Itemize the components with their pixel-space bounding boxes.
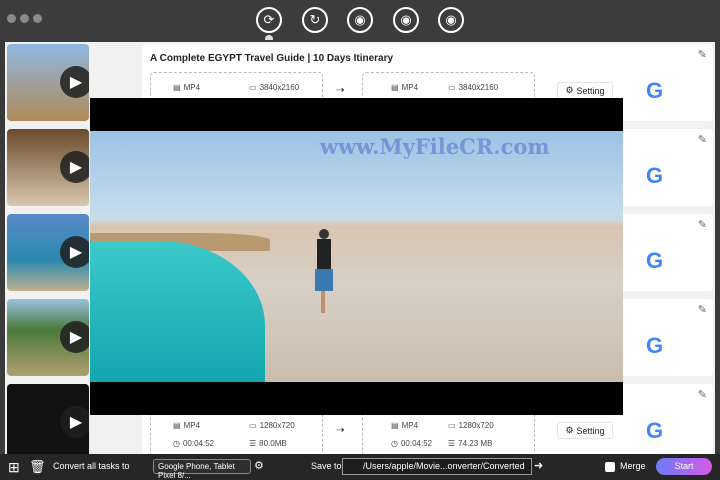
monitor-icon: ▭ <box>249 421 257 430</box>
monitor-icon: ▭ <box>249 83 257 92</box>
arrow-icon: ⇢ <box>336 85 345 96</box>
edit-pencil-icon[interactable]: ✎ <box>698 388 707 401</box>
trash-icon[interactable]: 🗑 <box>29 459 46 475</box>
start-button[interactable]: Start <box>656 458 712 475</box>
video-thumbnail[interactable]: ▶ <box>7 299 89 376</box>
video-thumbnail[interactable]: ▶ <box>7 214 89 291</box>
merge-checkbox[interactable] <box>605 462 615 472</box>
video-preview-player[interactable]: www.MyFileCR.com <box>90 98 623 415</box>
google-preset-icon[interactable]: G <box>646 78 663 104</box>
save-to-label: Save to <box>311 461 342 471</box>
setting-button[interactable]: ⚙ Setting <box>557 422 613 439</box>
play-icon[interactable]: ▶ <box>60 406 89 438</box>
video-edit-icon[interactable]: ◉ <box>393 7 419 33</box>
arrow-icon: ⇢ <box>336 425 345 436</box>
video-effects-icon[interactable]: ◉ <box>438 7 464 33</box>
monitor-icon: ▭ <box>448 83 456 92</box>
task-title: A Complete EGYPT Travel Guide | 10 Days … <box>150 53 394 64</box>
zoom-window-button[interactable] <box>33 14 42 23</box>
google-preset-icon[interactable]: G <box>646 418 663 444</box>
edit-pencil-icon[interactable]: ✎ <box>698 303 707 316</box>
active-tab-indicator <box>265 35 273 40</box>
merge-label: Merge <box>620 461 646 471</box>
convert-all-label: Convert all tasks to <box>53 461 130 471</box>
play-icon[interactable]: ▶ <box>60 321 89 353</box>
film-icon: ▤ <box>173 421 181 430</box>
convert-icon[interactable]: ⟳ <box>256 7 282 33</box>
video-thumbnail[interactable]: ▶ <box>7 384 89 461</box>
play-icon[interactable]: ▶ <box>60 236 89 268</box>
google-preset-icon[interactable]: G <box>646 333 663 359</box>
google-preset-icon[interactable]: G <box>646 163 663 189</box>
storage-icon: ☰ <box>249 439 257 448</box>
output-info: ▤ MP4 ▭ 1280x720 ◷ 00:04:52 ☰ 74.23 MB <box>362 412 535 457</box>
open-folder-arrow-icon[interactable]: ➜ <box>534 459 543 472</box>
edit-pencil-icon[interactable]: ✎ <box>698 133 707 146</box>
preset-gear-icon[interactable]: ⚙ <box>254 459 264 472</box>
video-thumbnail[interactable]: ▶ <box>7 129 89 206</box>
storage-icon: ☰ <box>448 439 456 448</box>
preset-select[interactable]: Google Phone, Tablet Pixel 8/... <box>153 459 251 480</box>
person-figure <box>315 229 335 321</box>
rotate-convert-icon[interactable]: ↻ <box>302 7 328 33</box>
film-icon: ▤ <box>391 421 399 430</box>
minimize-window-button[interactable] <box>20 14 29 23</box>
gear-icon: ⚙ <box>565 85 574 95</box>
clock-icon: ◷ <box>391 439 398 448</box>
video-frame: www.MyFileCR.com <box>90 131 623 382</box>
title-bar: ⟳ ↻ ◉ ◉ ◉ <box>0 0 720 40</box>
save-path-field[interactable]: /Users/apple/Movie...onverter/Converted <box>342 458 532 475</box>
edit-pencil-icon[interactable]: ✎ <box>698 48 707 61</box>
film-icon: ▤ <box>173 83 181 92</box>
monitor-icon: ▭ <box>448 421 456 430</box>
add-icon[interactable]: ⊞ <box>8 459 20 476</box>
watermark: www.MyFileCR.com <box>320 134 550 159</box>
bottom-bar: ⊞ 🗑 Convert all tasks to Google Phone, T… <box>0 454 720 480</box>
clock-icon: ◷ <box>173 439 180 448</box>
edit-pencil-icon[interactable]: ✎ <box>698 218 707 231</box>
close-window-button[interactable] <box>7 14 16 23</box>
gear-icon: ⚙ <box>565 425 574 435</box>
video-download-icon[interactable]: ◉ <box>347 7 373 33</box>
google-preset-icon[interactable]: G <box>646 248 663 274</box>
setting-button[interactable]: ⚙ Setting <box>557 82 613 99</box>
turquoise-pool <box>90 241 265 382</box>
film-icon: ▤ <box>391 83 399 92</box>
video-thumbnail[interactable]: ▶ <box>7 44 89 121</box>
source-info: ▤ MP4 ▭ 1280x720 ◷ 00:04:52 ☰ 80.0MB <box>150 412 323 457</box>
play-icon[interactable]: ▶ <box>60 151 89 183</box>
play-icon[interactable]: ▶ <box>60 66 89 98</box>
